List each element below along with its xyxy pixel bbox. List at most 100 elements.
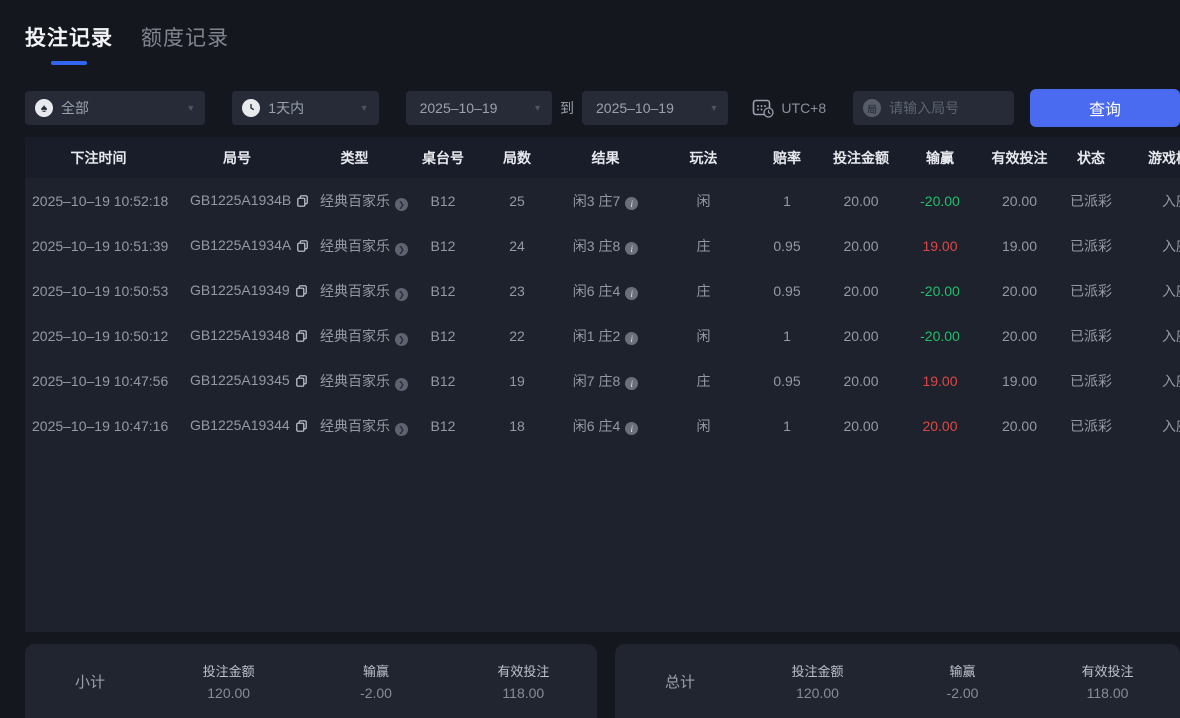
cell-round-count: 23 [509,282,525,299]
timezone-label: UTC+8 [781,100,827,116]
tab-bet-records[interactable]: 投注记录 [25,22,113,65]
column-header: 游戏模式 [1148,149,1180,166]
date-range-to-label: 到 [560,100,574,116]
cell-table-no: B12 [430,282,456,299]
cell-result: 闲7 庄8 i [555,358,656,403]
timezone-indicator[interactable]: UTC+8 [752,98,826,118]
cell-odds: 1 [783,192,791,209]
cell-win-loss: -20.00 [920,282,960,299]
cell-status: 已派彩 [1070,372,1112,389]
cell-bet-amount: 20.00 [843,372,879,389]
cell-result: 闲1 庄2 i [555,313,656,358]
cell-round-count: 24 [509,237,525,254]
round-number-icon: 局 [863,99,882,117]
table-row: 2025–10–19 10:51:39 GB1225A1934A 经典百家乐 ❯ … [25,223,1180,268]
cell-valid-bet: 19.00 [1001,372,1038,389]
copy-icon[interactable] [295,419,307,435]
cell-odds: 1 [783,327,791,344]
cell-round-count: 25 [509,192,525,209]
column-header: 有效投注 [991,149,1048,166]
date-from-value: 2025–10–19 [419,100,498,116]
detail-icon[interactable]: ❯ [395,422,408,436]
cell-odds: 0.95 [773,237,801,254]
column-header: 状态 [1077,149,1105,166]
cell-play-type: 闲 [696,417,711,434]
table-row: 2025–10–19 10:50:12 GB1225A19348 经典百家乐 ❯ … [25,313,1180,358]
column-header: 玩法 [689,149,718,166]
cell-table-no: B12 [430,417,456,434]
cell-valid-bet: 20.00 [1001,327,1038,344]
cell-bet-amount: 20.00 [843,282,879,299]
copy-icon[interactable] [295,329,307,345]
cell-status: 已派彩 [1070,237,1112,254]
detail-icon[interactable]: ❯ [395,242,408,256]
cell-bet-time: 2025–10–19 10:52:18 [32,192,169,209]
copy-icon[interactable] [295,374,307,390]
cell-round-id: GB1225A19348 [172,313,307,358]
cell-game-mode: 入座 [1162,417,1180,434]
cell-status: 已派彩 [1070,192,1112,209]
bet-records-table[interactable]: 下注时间 局号 类型 桌台号 局数 结果 玩法 赔率 投注金额 输赢 有效投注 状态 游戏模式 2025… [25,137,1180,632]
detail-icon[interactable]: ❯ [395,287,408,301]
detail-icon[interactable]: ❯ [395,377,408,391]
cell-odds: 0.95 [773,282,801,299]
total-label: 总计 [664,673,695,691]
copy-icon[interactable] [295,284,307,300]
cell-bet-time: 2025–10–19 10:50:12 [32,327,169,344]
date-to-value: 2025–10–19 [596,100,674,116]
chevron-down-icon: ▼ [709,103,719,113]
table-row: 2025–10–19 10:50:53 GB1225A19349 经典百家乐 ❯ … [25,268,1180,313]
query-button[interactable]: 查询 [1030,89,1180,127]
cell-bet-time: 2025–10–19 10:50:53 [32,282,169,299]
cell-bet-amount: 20.00 [843,192,879,209]
total-bet-amount: 投注金额 120.00 [791,664,844,701]
filter-bar: ♠ 全部 ▼ 1天内 ▼ 2025–10–19 ▼ 到 2025–10–19 ▼… [25,89,1180,127]
cell-game-mode: 入座 [1162,192,1180,209]
tab-bar: 投注记录 额度记录 [0,0,1180,65]
date-to-picker[interactable]: 2025–10–19 ▼ [582,91,729,125]
cell-round-count: 22 [509,327,525,344]
cell-game-type: 经典百家乐 ❯ [302,223,408,268]
column-header: 输赢 [926,149,954,166]
detail-icon[interactable]: ❯ [395,197,408,211]
tab-bet-records-label: 投注记录 [25,27,113,50]
total-valid-bet: 有效投注 118.00 [1081,664,1134,701]
cell-round-id: GB1225A19349 [172,268,307,313]
cell-result: 闲3 庄7 i [555,178,656,223]
copy-icon[interactable] [297,239,309,255]
cell-bet-amount: 20.00 [843,237,879,254]
cell-win-loss: 19.00 [922,237,958,254]
search-placeholder: 请输入局号 [889,100,960,116]
info-icon[interactable]: i [625,332,639,345]
round-number-search-input[interactable]: 局 请输入局号 [853,91,1014,125]
info-icon[interactable]: i [625,197,639,210]
cell-round-count: 18 [509,417,525,434]
tab-quota-records[interactable]: 额度记录 [141,22,229,65]
column-header: 赔率 [773,149,801,166]
cell-odds: 1 [783,417,791,434]
cell-round-count: 19 [509,372,525,389]
chevron-down-icon: ▼ [186,103,196,113]
table-row: 2025–10–19 10:52:18 GB1225A1934B 经典百家乐 ❯ … [25,178,1180,223]
spade-icon: ♠ [35,99,53,117]
date-from-picker[interactable]: 2025–10–19 ▼ [405,91,552,125]
cell-result: 闲6 庄4 i [555,268,656,313]
cell-game-mode: 入座 [1162,372,1180,389]
cell-table-no: B12 [430,327,456,344]
category-select[interactable]: ♠ 全部 ▼ [25,91,206,125]
info-icon[interactable]: i [625,377,639,390]
cell-game-mode: 入座 [1162,327,1180,344]
copy-icon[interactable] [297,194,309,210]
time-range-select[interactable]: 1天内 ▼ [232,91,379,125]
info-icon[interactable]: i [625,287,639,300]
cell-status: 已派彩 [1070,417,1112,434]
table-header-row: 下注时间 局号 类型 桌台号 局数 结果 玩法 赔率 投注金额 输赢 有效投注 状态 游戏模式 [25,137,1180,178]
cell-round-id: GB1225A1934B [172,178,309,223]
info-icon[interactable]: i [625,422,639,435]
info-icon[interactable]: i [625,242,639,255]
cell-valid-bet: 20.00 [1001,282,1038,299]
cell-status: 已派彩 [1070,327,1112,344]
cell-odds: 0.95 [773,372,801,389]
cell-play-type: 庄 [696,372,711,389]
detail-icon[interactable]: ❯ [395,332,408,346]
